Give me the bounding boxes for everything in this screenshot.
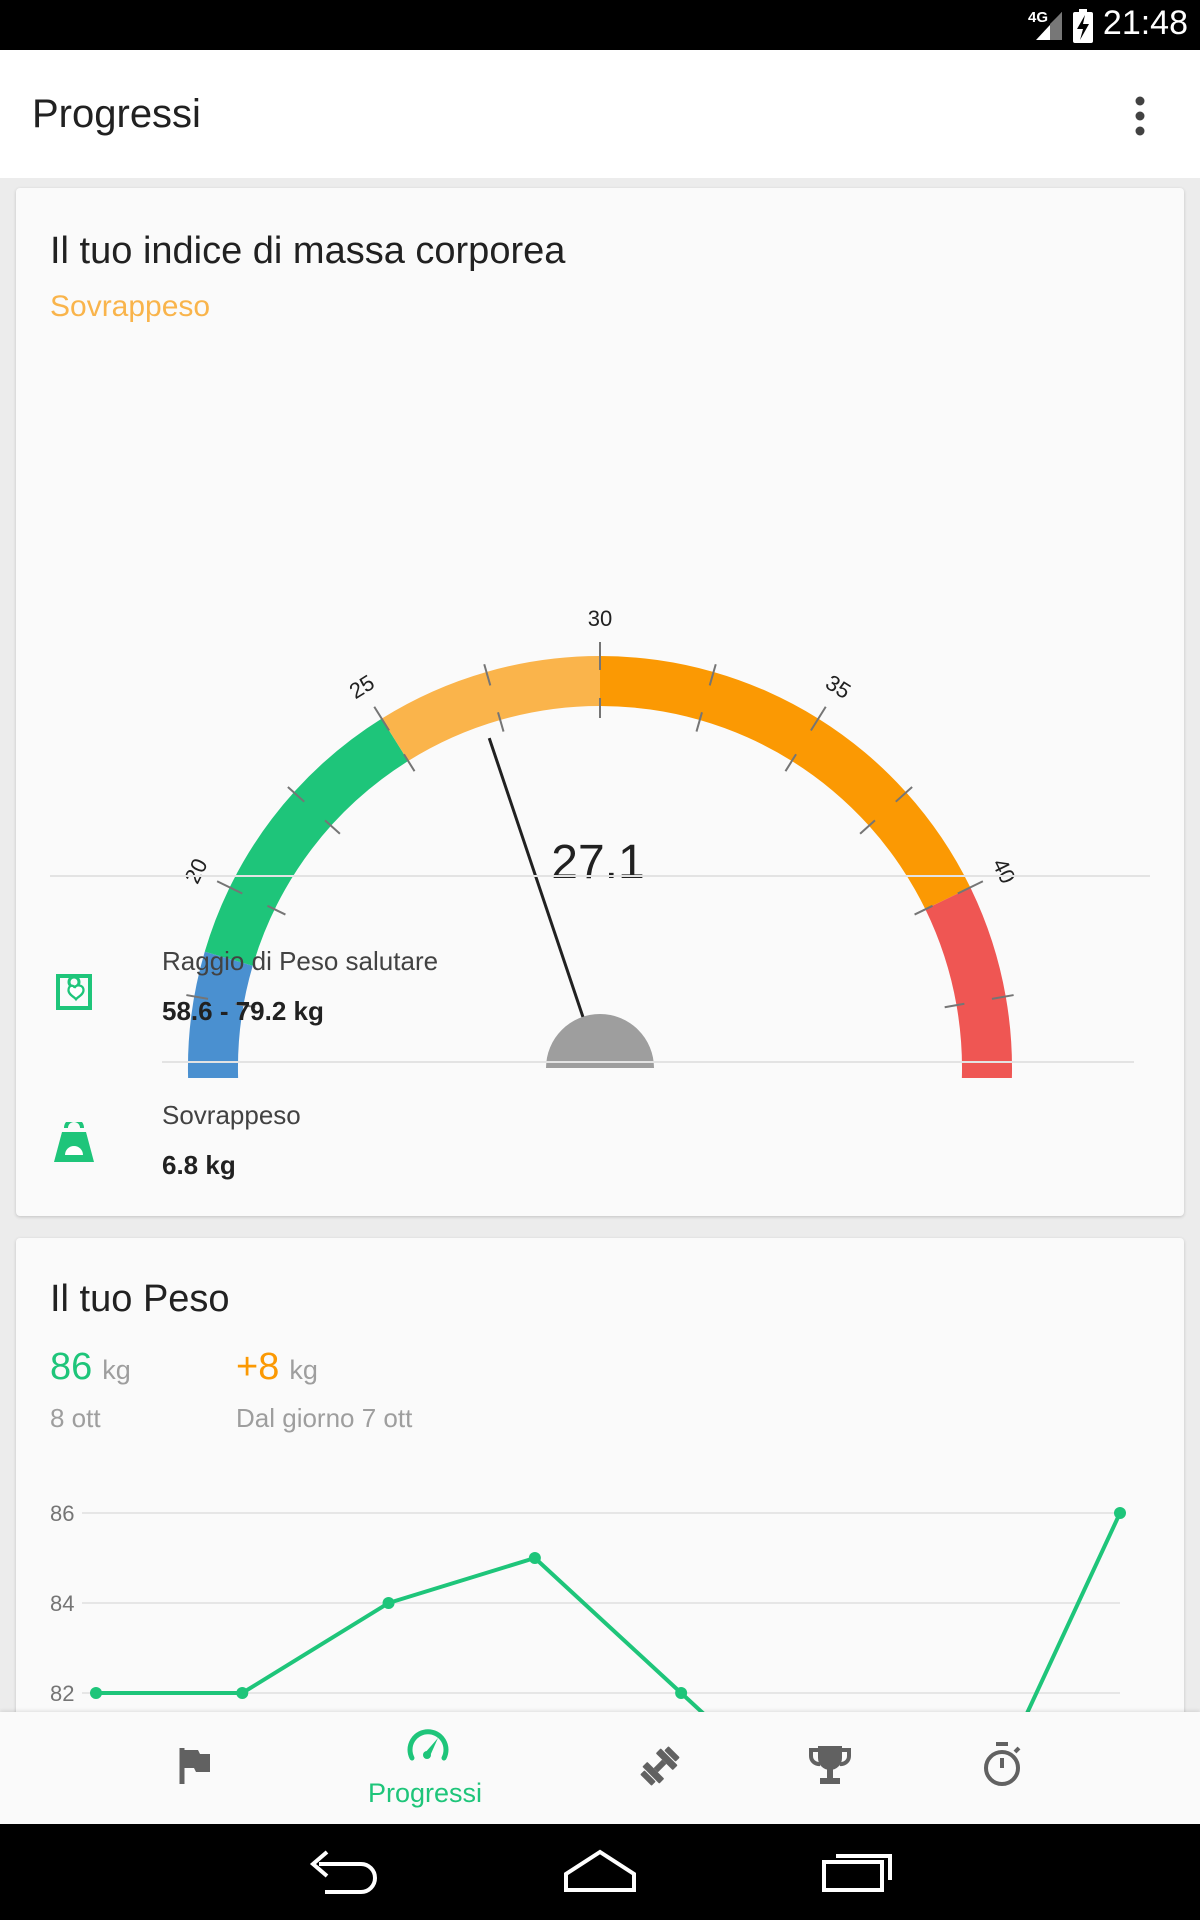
chart-point <box>90 1687 102 1699</box>
weight-change-value: +8 <box>236 1346 280 1388</box>
flag-icon <box>179 1748 210 1784</box>
healthy-range-row: Raggio di Peso salutare 58.6 - 79.2 kg <box>16 946 1184 1096</box>
status-bar: 4G 21:48 <box>0 0 1200 50</box>
signal-icon <box>1036 12 1062 40</box>
current-weight-unit: kg <box>102 1355 131 1385</box>
weight-change-since: Dal giorno 7 ott <box>236 1403 413 1433</box>
weight-card-title: Il tuo Peso <box>50 1278 230 1320</box>
scale-heart-icon <box>52 968 96 1012</box>
chart-y-label: 82 <box>50 1681 74 1706</box>
app-bar: Progressi <box>0 50 1200 178</box>
nav-item-workouts[interactable] <box>610 1712 710 1824</box>
back-icon[interactable] <box>305 1850 381 1894</box>
speedometer-icon <box>407 1729 449 1761</box>
gauge-tick-label: 35 <box>821 670 855 704</box>
weight-change-unit: kg <box>289 1355 318 1385</box>
gauge-tick-label: 25 <box>345 670 379 704</box>
overweight-value: 6.8 kg <box>162 1150 236 1180</box>
nav-item-achievements[interactable] <box>780 1712 880 1824</box>
chart-y-label: 86 <box>50 1501 74 1526</box>
page-title: Progressi <box>32 92 201 136</box>
nav-item-timer[interactable] <box>952 1712 1052 1824</box>
home-icon[interactable] <box>562 1848 638 1894</box>
chart-point <box>236 1687 249 1699</box>
gauge-tick-label: 20 <box>179 854 212 887</box>
current-weight-date: 8 ott <box>50 1403 101 1433</box>
chart-point <box>528 1552 541 1564</box>
chart-y-label: 84 <box>50 1591 74 1616</box>
current-weight-stat: 86 kg 8 ott <box>50 1346 131 1434</box>
recent-apps-icon[interactable] <box>820 1848 896 1894</box>
current-weight-value: 86 <box>50 1346 93 1388</box>
overweight-label: Sovrappeso <box>162 1100 301 1130</box>
bmi-category: Sovrappeso <box>50 290 211 323</box>
battery-icon <box>1073 9 1093 43</box>
weight-change-stat: +8 kg Dal giorno 7 ott <box>236 1346 412 1434</box>
healthy-range-value: 58.6 - 79.2 kg <box>162 996 324 1026</box>
chart-point <box>675 1687 688 1699</box>
healthy-range-label: Raggio di Peso salutare <box>162 946 439 976</box>
nav-item-progress[interactable]: Progressi <box>360 1712 500 1824</box>
bottom-navigation: Progressi <box>0 1712 1200 1824</box>
nav-item-goals[interactable] <box>140 1712 250 1824</box>
gauge-zone-1 <box>204 718 409 966</box>
info-divider <box>162 1061 1134 1063</box>
weight-icon <box>52 1118 96 1166</box>
gauge-divider <box>50 875 1150 877</box>
clock: 21:48 <box>1102 4 1188 42</box>
nav-label-progress: Progressi <box>368 1778 483 1808</box>
dumbbell-icon <box>640 1746 680 1786</box>
more-vert-icon[interactable] <box>1120 92 1160 142</box>
bmi-card: Il tuo indice di massa corporea Sovrappe… <box>16 188 1184 1216</box>
system-navigation-bar <box>0 1824 1200 1920</box>
overweight-row: Sovrappeso 6.8 kg <box>16 1100 1184 1250</box>
stopwatch-icon <box>984 1742 1021 1786</box>
bmi-value: 27.1 <box>551 836 644 889</box>
gauge-zone-3 <box>600 656 971 910</box>
gauge-tick-label: 40 <box>987 854 1020 887</box>
chart-point <box>382 1597 395 1609</box>
trophy-icon <box>808 1746 852 1784</box>
chart-point <box>1114 1507 1126 1519</box>
bmi-card-title: Il tuo indice di massa corporea <box>50 230 566 272</box>
gauge-tick-label: 30 <box>588 606 612 631</box>
